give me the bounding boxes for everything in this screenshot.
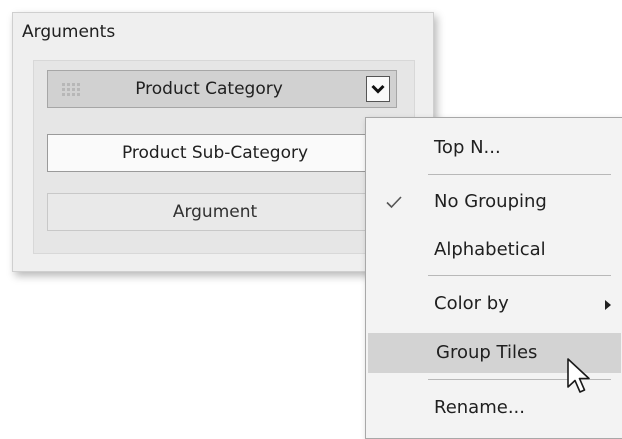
menu-separator — [428, 174, 611, 175]
argument-placeholder[interactable]: Argument — [47, 193, 397, 231]
argument-label: Product Category — [135, 79, 283, 99]
menu-item-top-n[interactable]: Top N... — [366, 128, 622, 168]
menu-item-label: Rename... — [434, 397, 525, 418]
menu-item-label: No Grouping — [434, 191, 547, 212]
argument-label: Argument — [172, 202, 258, 222]
argument-item-product-sub-category[interactable]: Product Sub-Category — [47, 134, 397, 172]
menu-separator — [428, 275, 611, 276]
argument-label: Product Sub-Category — [121, 143, 309, 163]
mouse-pointer-icon — [567, 358, 590, 393]
menu-item-alphabetical[interactable]: Alphabetical — [366, 230, 622, 270]
menu-item-color-by[interactable]: Color by — [366, 284, 622, 324]
menu-item-no-grouping[interactable]: No Grouping — [366, 182, 622, 222]
menu-item-label: Color by — [434, 293, 509, 314]
argument-item-product-category[interactable]: Product Category — [47, 70, 397, 108]
menu-item-label: Alphabetical — [434, 239, 546, 260]
chevron-down-icon — [371, 84, 385, 94]
argument-menu-button[interactable] — [366, 76, 390, 102]
menu-item-label: Group Tiles — [436, 342, 538, 363]
menu-item-label: Top N... — [434, 137, 501, 158]
check-icon — [386, 196, 402, 209]
submenu-arrow-icon — [605, 300, 611, 310]
panel-title: Arguments — [22, 22, 116, 42]
drag-grip-icon[interactable] — [62, 83, 81, 97]
